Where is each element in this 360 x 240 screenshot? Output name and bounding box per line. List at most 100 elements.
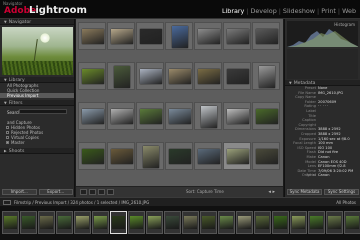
filmstrip-thumb[interactable] xyxy=(128,211,145,234)
grid-cell[interactable] xyxy=(194,102,222,130)
filmstrip-thumb[interactable] xyxy=(146,211,163,234)
grid-cell[interactable] xyxy=(107,142,135,170)
module-slideshow[interactable]: Slideshow xyxy=(283,7,315,15)
filmstrip-thumb[interactable] xyxy=(326,211,343,234)
grid-cell[interactable] xyxy=(78,142,106,170)
compare-view-icon[interactable] xyxy=(98,189,105,195)
grid-cell[interactable] xyxy=(252,62,280,90)
module-web[interactable]: Web xyxy=(342,7,356,15)
filmstrip-image xyxy=(202,216,215,229)
sync-settings-button[interactable]: Sync Settings xyxy=(324,189,359,195)
filmstrip-thumb[interactable] xyxy=(200,211,217,234)
grid-cell[interactable] xyxy=(107,22,135,50)
sort-control[interactable]: Sort: Capture Time xyxy=(186,189,224,194)
filmstrip-image xyxy=(112,216,125,229)
grid-cell[interactable] xyxy=(136,102,164,130)
grid-cell[interactable] xyxy=(78,62,106,90)
filmstrip-toggle-icon[interactable] xyxy=(3,200,11,205)
navigator-header[interactable]: ▼ Navigator xyxy=(0,19,74,25)
filmstrip-thumb[interactable] xyxy=(110,211,127,234)
navigate-arrows[interactable]: ◂ ▸ xyxy=(268,189,275,195)
import-button[interactable]: Import... xyxy=(2,189,37,195)
grid-cell[interactable] xyxy=(107,62,135,90)
histogram-title: Histogram xyxy=(334,22,355,27)
photo-thumbnail xyxy=(198,29,220,44)
grid-cell[interactable] xyxy=(223,142,251,170)
filmstrip-filter[interactable]: All Photos xyxy=(336,200,356,205)
filmstrip-thumb[interactable] xyxy=(74,211,91,234)
filmstrip-image xyxy=(292,216,305,229)
filmstrip-image xyxy=(328,216,341,229)
filmstrip-thumb[interactable] xyxy=(344,211,360,234)
grid-cell[interactable] xyxy=(136,22,164,50)
search-input[interactable] xyxy=(19,109,67,114)
module-print[interactable]: Print xyxy=(321,7,336,15)
grid-cell[interactable] xyxy=(78,102,106,130)
grid-cell[interactable] xyxy=(252,102,280,130)
filmstrip-thumb[interactable] xyxy=(38,211,55,234)
grid-cell[interactable] xyxy=(165,22,193,50)
filmstrip-image xyxy=(220,216,233,229)
grid-cell[interactable] xyxy=(194,62,222,90)
grid-cell[interactable] xyxy=(165,62,193,90)
checkbox-icon xyxy=(6,136,9,139)
collapse-triangle-icon: ▼ xyxy=(4,20,7,24)
grid-cell[interactable] xyxy=(223,62,251,90)
filters-header[interactable]: ▼ Filters xyxy=(0,100,74,106)
metadata-value[interactable]: Canon xyxy=(318,173,360,178)
grid-cell[interactable] xyxy=(223,102,251,130)
module-picker: Library | Develop | Slideshow | Print | Web xyxy=(221,7,356,15)
filter-master[interactable]: Master xyxy=(0,140,74,145)
filmstrip-thumb[interactable] xyxy=(20,211,37,234)
loupe-view-icon[interactable] xyxy=(89,189,96,195)
filmstrip-image xyxy=(256,216,269,229)
filmstrip-thumb[interactable] xyxy=(164,211,181,234)
shoots-header[interactable]: ▶ Shoots xyxy=(0,148,74,154)
metadata-row: Artist Canon xyxy=(285,173,360,178)
grid-cell[interactable] xyxy=(165,142,193,170)
collapse-triangle-icon: ▼ xyxy=(4,101,7,105)
filmstrip-thumb[interactable] xyxy=(254,211,271,234)
filmstrip xyxy=(0,206,360,240)
grid-cell[interactable] xyxy=(223,22,251,50)
filmstrip-bar: Filmstrip / Previous Import / 324 photos… xyxy=(0,197,360,206)
collapse-triangle-icon: ▼ xyxy=(4,78,7,82)
photo-thumbnail xyxy=(140,29,162,44)
survey-view-icon[interactable] xyxy=(107,189,114,195)
grid-cell[interactable] xyxy=(136,62,164,90)
navigator-preview[interactable] xyxy=(2,27,73,75)
module-library[interactable]: Library xyxy=(222,7,244,15)
grid-cell[interactable] xyxy=(252,142,280,170)
photo-thumbnail xyxy=(82,149,104,164)
grid-cell[interactable] xyxy=(252,22,280,50)
grid-cell[interactable] xyxy=(136,142,164,170)
right-buttons: Sync Metadata Sync Settings xyxy=(287,189,359,195)
grid-cell[interactable] xyxy=(107,102,135,130)
right-panel: Histogram ▼ Metadata Preset None File Name I… xyxy=(284,19,360,197)
filmstrip-image xyxy=(40,216,53,229)
module-develop[interactable]: Develop xyxy=(250,7,276,15)
filmstrip-thumb[interactable] xyxy=(218,211,235,234)
grid-view-icon[interactable] xyxy=(80,189,87,195)
filmstrip-thumb[interactable] xyxy=(308,211,325,234)
grid-cell[interactable] xyxy=(165,102,193,130)
filmstrip-thumb[interactable] xyxy=(2,211,19,234)
grid-cell[interactable] xyxy=(78,22,106,50)
left-panel: ▼ Navigator ▼ Library All Photographs Quic… xyxy=(0,19,75,197)
export-button[interactable]: Export... xyxy=(38,189,73,195)
photo-thumbnail xyxy=(256,109,278,124)
filmstrip-thumb[interactable] xyxy=(92,211,109,234)
photo-thumbnail xyxy=(201,106,217,128)
grid-cell[interactable] xyxy=(194,22,222,50)
photo-thumbnail xyxy=(82,109,104,124)
filmstrip-thumb[interactable] xyxy=(290,211,307,234)
filmstrip-thumb[interactable] xyxy=(56,211,73,234)
filmstrip-info: Filmstrip / Previous Import / 324 photos… xyxy=(14,200,150,205)
catalog-item-selected[interactable]: Previous Import xyxy=(0,93,74,98)
photo-thumbnail xyxy=(114,66,130,88)
filmstrip-thumb[interactable] xyxy=(182,211,199,234)
filmstrip-thumb[interactable] xyxy=(236,211,253,234)
grid-cell[interactable] xyxy=(194,142,222,170)
filmstrip-thumb[interactable] xyxy=(272,211,289,234)
sync-metadata-button[interactable]: Sync Metadata xyxy=(287,189,322,195)
